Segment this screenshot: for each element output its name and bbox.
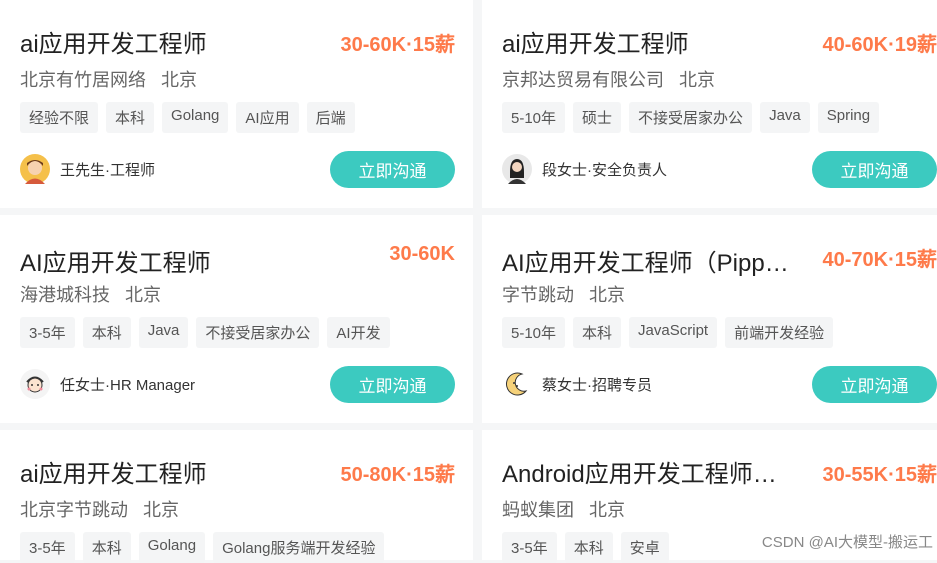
job-city: 北京 (125, 285, 162, 305)
job-card[interactable]: ai应用开发工程师 50-80K·15薪 北京字节跳动 北京 3-5年 本科 G… (0, 430, 473, 563)
company-line: 蚂蚁集团 北京 (502, 496, 635, 522)
company-line: 北京有竹居网络 北京 (20, 66, 207, 92)
job-tag: 5-10年 (502, 102, 566, 133)
company-name[interactable]: 北京有竹居网络 (20, 70, 146, 90)
company-line: 海港城科技 北京 (20, 281, 171, 307)
job-city: 北京 (143, 500, 180, 520)
recruiter-name: 蔡女士·招聘专员 (542, 376, 652, 394)
job-tag: 本科 (106, 102, 155, 133)
job-title[interactable]: AI应用开发工程师 (20, 243, 211, 278)
cartoon-avatar-icon (20, 369, 50, 399)
company-name[interactable]: 京邦达贸易有限公司 (502, 70, 664, 90)
job-tag: JavaScript (629, 317, 718, 348)
recruiter-info: 王先生·工程师 (20, 154, 155, 184)
job-tags: 5-10年 本科 JavaScript 前端开发经验 (502, 317, 834, 348)
chat-now-button[interactable]: 立即沟通 (330, 366, 455, 403)
chat-now-button[interactable]: 立即沟通 (330, 151, 455, 188)
recruiter-name: 王先生·工程师 (60, 161, 155, 179)
job-salary: 30-60K (389, 243, 455, 265)
job-tag: 硕士 (573, 102, 622, 133)
company-name[interactable]: 北京字节跳动 (20, 500, 128, 520)
job-tag: 前端开发经验 (725, 317, 834, 348)
recruiter-info: 任女士·HR Manager (20, 369, 195, 399)
company-name[interactable]: 蚂蚁集团 (502, 500, 574, 520)
company-line: 字节跳动 北京 (502, 281, 635, 307)
job-tag: Golang (138, 532, 206, 563)
job-tag: 不接受居家办公 (196, 317, 320, 348)
company-name[interactable]: 字节跳动 (502, 285, 574, 305)
job-tag: 3-5年 (502, 532, 557, 563)
job-tag: Golang服务端开发经验 (213, 532, 385, 563)
job-salary: 30-60K·15薪 (340, 34, 455, 56)
job-list: ai应用开发工程师 30-60K·15薪 北京有竹居网络 北京 经验不限 本科 … (0, 0, 937, 563)
company-line: 北京字节跳动 北京 (20, 496, 189, 522)
job-tags: 5-10年 硕士 不接受居家办公 Java Spring (502, 102, 880, 133)
job-tag: Spring (817, 102, 880, 133)
job-tags: 经验不限 本科 Golang AI应用 后端 (20, 102, 355, 133)
man-avatar-icon (20, 154, 50, 184)
job-city: 北京 (589, 500, 626, 520)
job-tag: 本科 (573, 317, 622, 348)
job-city: 北京 (589, 285, 626, 305)
moon-avatar-icon (502, 369, 532, 399)
job-title[interactable]: ai应用开发工程师 (20, 24, 207, 59)
recruiter-info: 蔡女士·招聘专员 (502, 369, 652, 399)
job-tag: 安卓 (620, 532, 669, 563)
job-tag: Java (760, 102, 810, 133)
company-name[interactable]: 海港城科技 (20, 285, 110, 305)
job-salary: 40-60K·19薪 (822, 34, 937, 56)
job-tag: 经验不限 (20, 102, 99, 133)
recruiter-info: 段女士·安全负责人 (502, 154, 667, 184)
job-tags: 3-5年 本科 Golang Golang服务端开发经验 (20, 532, 385, 563)
job-tag: 不接受居家办公 (629, 102, 753, 133)
job-tags: 3-5年 本科 安卓 (502, 532, 669, 563)
chat-now-button[interactable]: 立即沟通 (812, 151, 937, 188)
recruiter-name: 段女士·安全负责人 (542, 161, 667, 179)
woman-avatar-icon (502, 154, 532, 184)
watermark: CSDN @AI大模型-搬运工 (761, 534, 933, 551)
job-salary: 40-70K·15薪 (822, 249, 937, 271)
job-tag: AI应用 (236, 102, 299, 133)
job-tag: AI开发 (327, 317, 390, 348)
job-card[interactable]: ai应用开发工程师 30-60K·15薪 北京有竹居网络 北京 经验不限 本科 … (0, 0, 473, 208)
company-line: 京邦达贸易有限公司 北京 (502, 66, 725, 92)
job-salary: 50-80K·15薪 (340, 464, 455, 486)
job-tag: 本科 (564, 532, 613, 563)
job-tag: Golang (162, 102, 229, 133)
job-card[interactable]: ai应用开发工程师 40-60K·19薪 京邦达贸易有限公司 北京 5-10年 … (482, 0, 937, 208)
recruiter-name: 任女士·HR Manager (60, 376, 196, 394)
job-card[interactable]: AI应用开发工程师 30-60K 海港城科技 北京 3-5年 本科 Java 不… (0, 215, 473, 423)
chat-now-button[interactable]: 立即沟通 (812, 366, 937, 403)
job-title[interactable]: AI应用开发工程师（Pippit… (502, 243, 792, 278)
job-city: 北京 (161, 70, 198, 90)
job-tag: Java (138, 317, 189, 348)
job-tag: 本科 (82, 317, 131, 348)
job-tags: 3-5年 本科 Java 不接受居家办公 AI开发 (20, 317, 390, 348)
job-title[interactable]: ai应用开发工程师 (502, 24, 689, 59)
job-tag: 5-10年 (502, 317, 566, 348)
job-tag: 3-5年 (20, 317, 75, 348)
job-salary: 30-55K·15薪 (822, 464, 937, 486)
job-city: 北京 (679, 70, 716, 90)
job-title[interactable]: Android应用开发工程师（… (502, 454, 792, 489)
job-tag: 3-5年 (20, 532, 75, 563)
job-title[interactable]: ai应用开发工程师 (20, 454, 207, 489)
job-card[interactable]: AI应用开发工程师（Pippit… 40-70K·15薪 字节跳动 北京 5-1… (482, 215, 937, 423)
job-tag: 本科 (82, 532, 131, 563)
job-tag: 后端 (306, 102, 355, 133)
